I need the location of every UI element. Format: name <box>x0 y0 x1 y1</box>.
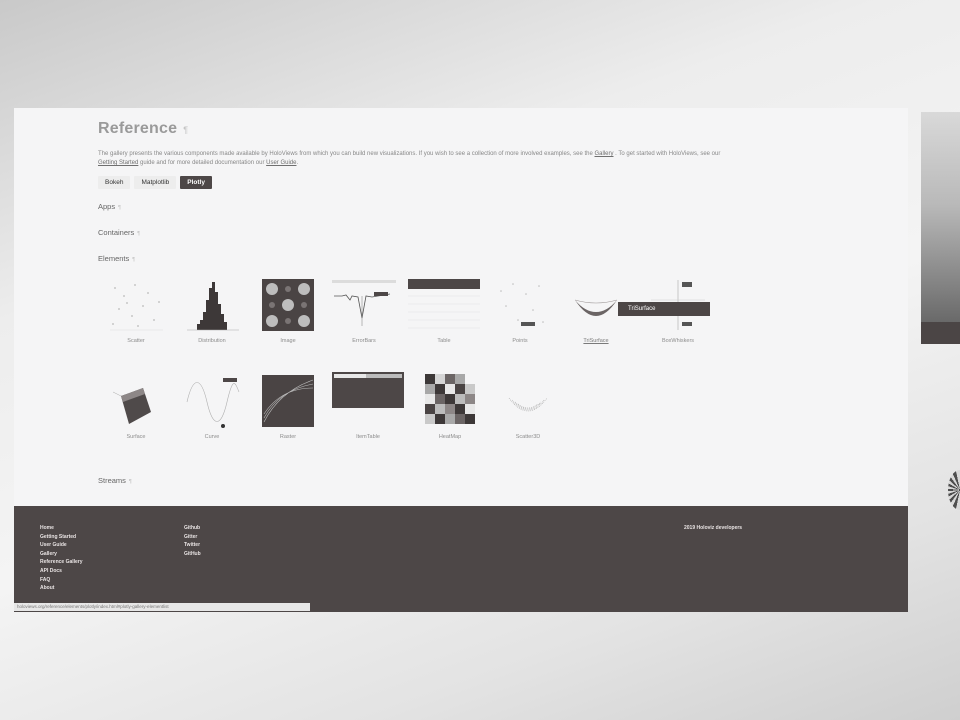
itemtable-thumbnail[interactable] <box>332 372 404 430</box>
points-thumbnail[interactable] <box>491 276 549 334</box>
section-elements: Elements ¶ <box>98 254 135 263</box>
getting-started-link[interactable]: Getting Started <box>98 160 138 166</box>
heatmap-plot-icon <box>425 374 475 424</box>
card-caption[interactable]: ErrorBars <box>332 338 396 344</box>
trisurface-plot-icon <box>574 299 618 316</box>
gallery-link[interactable]: Gallery <box>594 151 613 157</box>
card-caption[interactable]: Scatter <box>104 338 168 344</box>
gallery-card-itemtable[interactable]: ItemTable <box>332 372 404 440</box>
section-streams: Streams ¶ <box>98 476 132 485</box>
histogram-icon <box>187 282 239 331</box>
card-caption[interactable]: Points <box>488 338 552 344</box>
card-caption[interactable]: Raster <box>256 434 320 440</box>
footer-copyright: 2019 Holoviz developers <box>684 525 743 531</box>
gallery-card-points[interactable]: Points <box>488 276 552 344</box>
errorbars-plot-icon <box>332 280 396 326</box>
footer-link-home[interactable]: Home <box>40 524 83 533</box>
gallery-card-curve[interactable]: Curve <box>180 372 244 440</box>
curve-thumbnail[interactable] <box>183 372 241 430</box>
itemtable-plot-icon <box>332 372 404 408</box>
gallery-card-distribution[interactable]: Distribution <box>180 276 244 344</box>
loading-spinner-icon <box>948 470 960 510</box>
footer-link-faq[interactable]: FAQ <box>40 576 83 585</box>
scatter3d-thumbnail[interactable] <box>499 372 557 430</box>
image-plot-icon <box>262 279 314 331</box>
gallery-card-heatmap[interactable]: HeatMap <box>418 372 482 440</box>
permalink-icon[interactable]: ¶ <box>129 479 132 485</box>
image-thumbnail[interactable] <box>259 276 317 334</box>
table-plot-icon <box>408 279 480 329</box>
card-caption[interactable]: Curve <box>180 434 244 440</box>
adjacent-window-thumbnail[interactable] <box>921 112 960 344</box>
raster-plot-icon <box>262 375 314 427</box>
main-content: Reference ¶ The gallery presents the vari… <box>98 120 888 263</box>
footer-link-gitter[interactable]: Gitter <box>184 533 201 542</box>
footer-link-github[interactable]: Github <box>184 524 201 533</box>
scatter3d-plot-icon <box>508 397 548 412</box>
gallery-card-errorbars[interactable]: ErrorBars <box>332 276 396 344</box>
section-containers: Containers ¶ <box>98 228 140 237</box>
card-caption[interactable]: Image <box>256 338 320 344</box>
site-footer: Home Getting Started User Guide Gallery … <box>14 506 908 612</box>
trisurface-thumbnail[interactable] <box>567 276 625 334</box>
card-caption[interactable]: Surface <box>104 434 168 440</box>
section-apps: Apps ¶ <box>98 202 121 211</box>
card-caption[interactable]: Table <box>408 338 480 344</box>
surface-thumbnail[interactable] <box>107 372 165 430</box>
footer-link-reference-gallery[interactable]: Reference Gallery <box>40 558 83 567</box>
footer-link-gallery[interactable]: Gallery <box>40 550 83 559</box>
footer-link-api-docs[interactable]: API Docs <box>40 567 83 576</box>
table-thumbnail[interactable] <box>408 276 480 334</box>
gallery-card-scatter[interactable]: Scatter <box>104 276 168 344</box>
footer-link-getting-started[interactable]: Getting Started <box>40 533 83 542</box>
footer-links-nav: Home Getting Started User Guide Gallery … <box>40 524 83 593</box>
tab-bokeh[interactable]: Bokeh <box>98 176 131 189</box>
tab-matplotlib[interactable]: Matplotlib <box>134 176 177 189</box>
browser-status-url: holoviews.org/reference/elements/plotly/… <box>14 603 310 611</box>
user-guide-link[interactable]: User Guide <box>266 160 296 166</box>
errorbars-thumbnail[interactable] <box>332 276 396 334</box>
card-caption[interactable]: Scatter3D <box>496 434 560 440</box>
card-caption[interactable]: Distribution <box>180 338 244 344</box>
raster-thumbnail[interactable] <box>259 372 317 430</box>
footer-links-social: Github Gitter Twitter GitHub <box>184 524 201 558</box>
gallery-card-surface[interactable]: Surface <box>104 372 168 440</box>
scatter-thumbnail[interactable] <box>107 276 165 334</box>
card-caption[interactable]: BoxWhiskers <box>646 338 710 344</box>
intro-paragraph: The gallery presents the various compone… <box>98 151 721 166</box>
card-caption[interactable]: ItemTable <box>332 434 404 440</box>
permalink-icon[interactable]: ¶ <box>118 205 121 211</box>
surface-plot-icon <box>112 388 151 424</box>
permalink-icon[interactable]: ¶ <box>183 125 188 135</box>
footer-link-user-guide[interactable]: User Guide <box>40 541 83 550</box>
gallery-card-raster[interactable]: Raster <box>256 372 320 440</box>
footer-link-twitter[interactable]: Twitter <box>184 541 201 550</box>
scatter-plot-icon <box>110 284 163 331</box>
distribution-thumbnail[interactable] <box>183 276 241 334</box>
page-title: Reference ¶ <box>98 120 189 137</box>
tab-plotly[interactable]: Plotly <box>180 176 212 189</box>
footer-link-github-2[interactable]: GitHub <box>184 550 201 559</box>
heatmap-thumbnail[interactable] <box>421 372 479 430</box>
curve-plot-icon <box>186 378 240 428</box>
hover-tooltip: TriSurface <box>618 302 710 316</box>
permalink-icon[interactable]: ¶ <box>132 257 135 263</box>
card-caption[interactable]: TriSurface <box>564 338 628 344</box>
card-caption[interactable]: HeatMap <box>418 434 482 440</box>
gallery-card-image[interactable]: Image <box>256 276 320 344</box>
points-plot-icon <box>500 283 544 326</box>
backend-tabs: Bokeh Matplotlib Plotly <box>98 176 888 189</box>
gallery-card-scatter3d[interactable]: Scatter3D <box>496 372 560 440</box>
footer-link-about[interactable]: About <box>40 584 83 593</box>
gallery-card-table[interactable]: Table <box>408 276 480 344</box>
permalink-icon[interactable]: ¶ <box>137 231 140 237</box>
